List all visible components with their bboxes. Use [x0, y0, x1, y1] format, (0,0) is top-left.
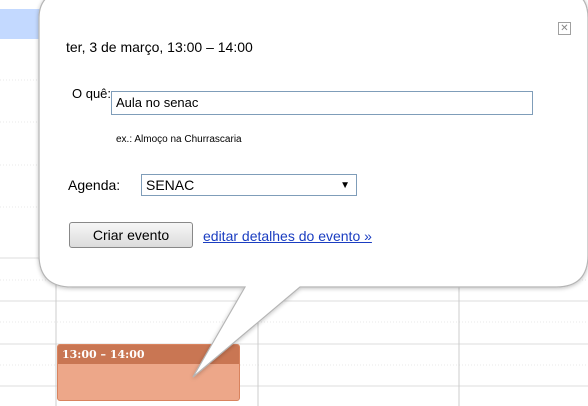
- popup-title: ter, 3 de março, 13:00 – 14:00: [66, 39, 253, 55]
- close-icon[interactable]: ✕: [558, 22, 571, 35]
- agenda-label: Agenda:: [68, 177, 121, 193]
- agenda-select-value: SENAC: [146, 177, 195, 193]
- event-popup-bubble: [38, 0, 588, 378]
- example-hint: ex.: Almoço na Churrascaria: [116, 134, 242, 145]
- edit-event-details-link[interactable]: editar detalhes do evento »: [203, 228, 372, 244]
- what-input[interactable]: Aula no senac: [111, 91, 533, 115]
- create-event-button[interactable]: Criar evento: [69, 222, 193, 248]
- dropdown-arrow-icon: ▼: [340, 180, 350, 191]
- what-label: O quê:: [72, 86, 112, 101]
- agenda-select[interactable]: SENAC ▼: [141, 174, 357, 196]
